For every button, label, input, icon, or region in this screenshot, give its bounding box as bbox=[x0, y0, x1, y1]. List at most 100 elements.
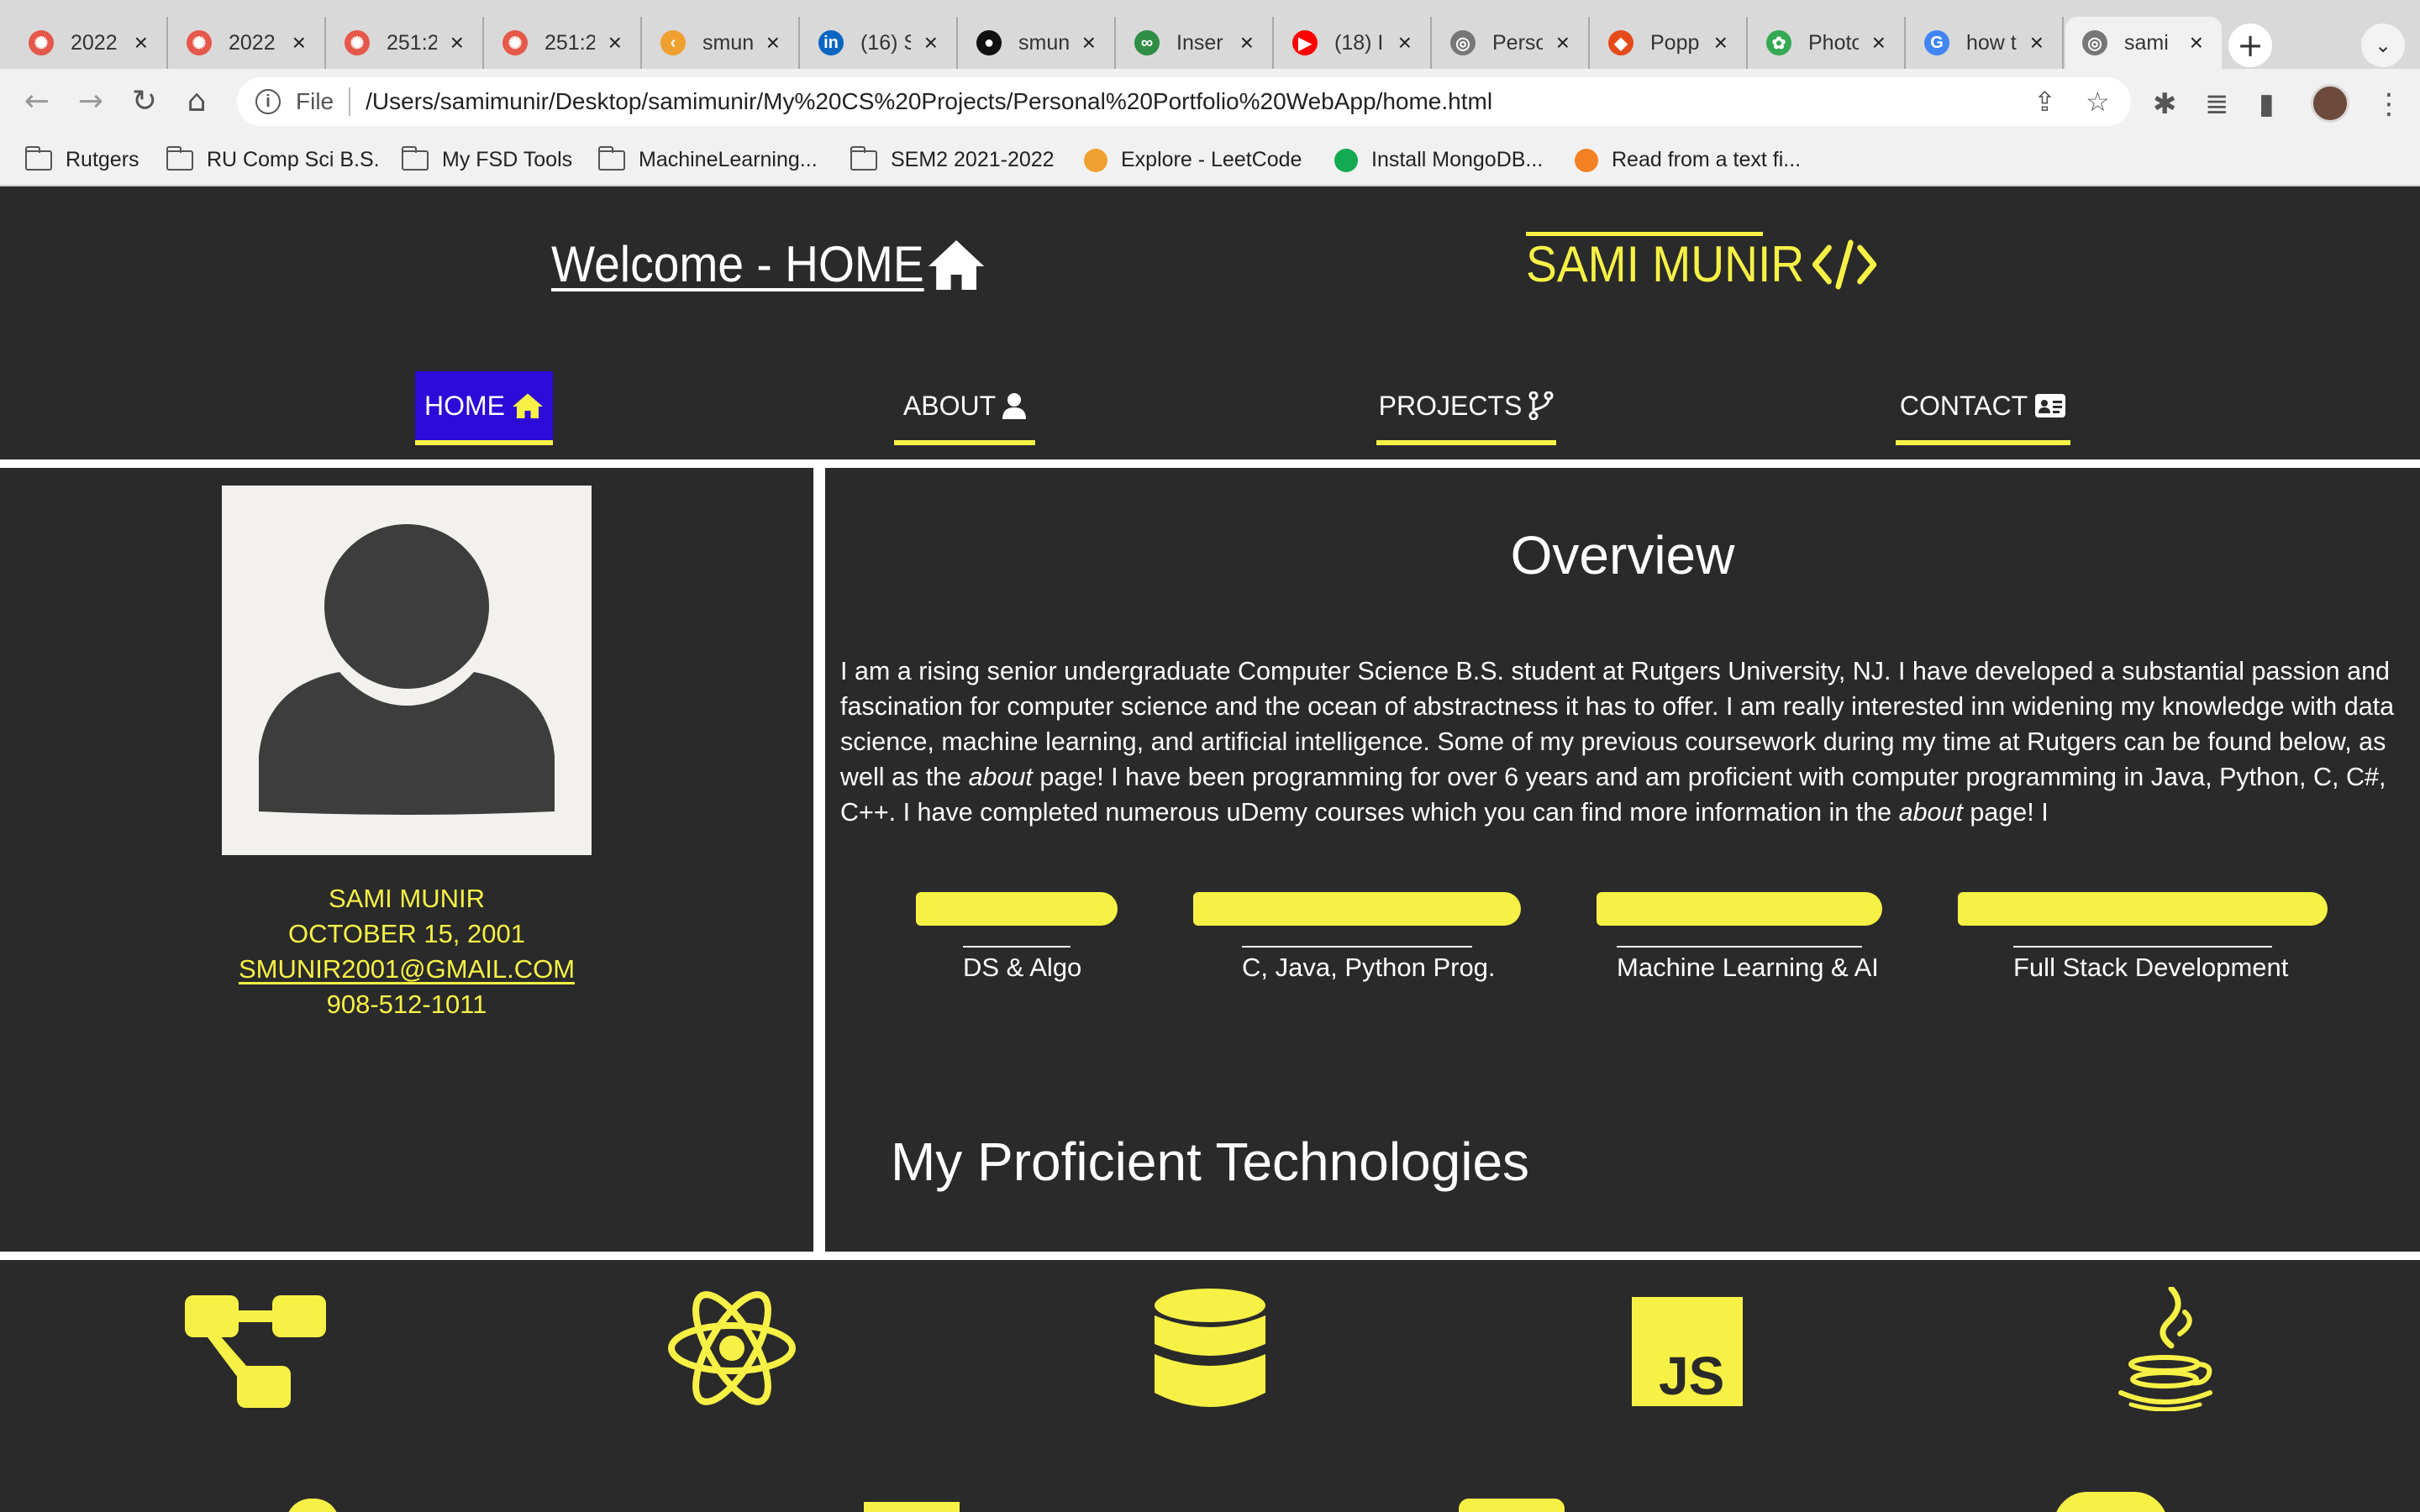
bookmark-label: SEM2 2021-2022 bbox=[891, 148, 1055, 171]
java-icon bbox=[2118, 1287, 2212, 1411]
close-icon[interactable]: × bbox=[450, 29, 464, 56]
browser-tab-label: sami bbox=[2124, 30, 2169, 55]
gear-icon: ✺ bbox=[187, 30, 212, 55]
bookmark-item[interactable]: MachineLearning... bbox=[598, 145, 818, 172]
bookmark-item[interactable]: SEM2 2021-2022 bbox=[850, 145, 1055, 172]
bookmark-item[interactable]: Install MongoDB... bbox=[1334, 148, 1543, 172]
browser-tab[interactable]: ● smun × bbox=[960, 17, 1116, 69]
close-icon[interactable]: × bbox=[1556, 29, 1570, 56]
bookmark-label: Install MongoDB... bbox=[1371, 148, 1544, 171]
user-silhouette-icon bbox=[259, 524, 555, 815]
nav-contact[interactable]: CONTACT bbox=[1896, 371, 2070, 445]
close-icon[interactable]: × bbox=[1714, 29, 1728, 56]
browser-tab-label: 251:2 bbox=[544, 30, 595, 55]
profile-avatar[interactable] bbox=[2311, 84, 2349, 123]
nav-about[interactable]: ABOUT bbox=[894, 371, 1035, 445]
code-branch-icon bbox=[1528, 391, 1554, 420]
technologies-heading: My Proficient Technologies bbox=[890, 1131, 1530, 1192]
back-icon[interactable]: ← bbox=[18, 84, 55, 118]
nav-home[interactable]: HOME bbox=[415, 371, 553, 445]
browser-tab[interactable]: ◆ Popp × bbox=[1591, 17, 1748, 69]
kebab-menu-icon[interactable]: ⋮ bbox=[2375, 87, 2403, 121]
browser-tab-label: (16) S bbox=[860, 30, 911, 55]
close-icon[interactable]: × bbox=[608, 29, 622, 56]
bookmark-item[interactable]: My FSD Tools bbox=[402, 145, 573, 172]
browser-tab-label: smun bbox=[1018, 30, 1069, 55]
extensions-icon[interactable]: ✱ bbox=[2153, 87, 2177, 121]
nav-projects-label: PROJECTS bbox=[1378, 390, 1523, 421]
skill-label-full-stack: Full Stack Development bbox=[2013, 946, 2289, 982]
url-separator bbox=[349, 87, 351, 116]
bookmark-item[interactable]: Rutgers bbox=[25, 145, 139, 172]
bookmark-label: My FSD Tools bbox=[442, 148, 573, 171]
close-icon[interactable]: × bbox=[1872, 29, 1886, 56]
bookmark-item[interactable]: Explore - LeetCode bbox=[1084, 148, 1302, 172]
browser-tab[interactable]: ✿ Photo × bbox=[1749, 17, 1906, 69]
bookmark-star-icon[interactable]: ☆ bbox=[2086, 86, 2110, 118]
nav-about-label: ABOUT bbox=[902, 390, 997, 421]
nav-projects[interactable]: PROJECTS bbox=[1376, 371, 1556, 445]
browser-tab[interactable]: ✺ 251:2 × bbox=[328, 17, 484, 69]
overview-about-ref-1: about bbox=[968, 763, 1033, 791]
close-icon[interactable]: × bbox=[1240, 29, 1254, 56]
profile-dob: OCTOBER 15, 2001 bbox=[287, 919, 525, 948]
welcome-heading[interactable]: Welcome - HOME bbox=[551, 235, 986, 293]
react-icon bbox=[668, 1291, 796, 1405]
browser-tab[interactable]: ✺ 251:2 × bbox=[486, 17, 642, 69]
skill-bar-ds-algo bbox=[916, 892, 1118, 926]
close-icon[interactable]: × bbox=[1398, 29, 1412, 56]
portfolio-page: Welcome - HOME SAMI MUNIR HOME ABOUT PRO… bbox=[0, 186, 2420, 1512]
address-bar[interactable]: i File /Users/samimunir/Desktop/samimuni… bbox=[237, 77, 2131, 126]
nav-contact-label: CONTACT bbox=[1899, 390, 2028, 421]
new-tab-button[interactable]: + bbox=[2228, 24, 2272, 67]
plus-icon: + bbox=[2237, 27, 2264, 64]
browser-tab[interactable]: ∞ Inser × bbox=[1118, 17, 1274, 69]
browser-tab[interactable]: ✺ 2022 × bbox=[12, 17, 168, 69]
browser-tab[interactable]: Ghow t × bbox=[1907, 17, 2064, 69]
id-card-icon bbox=[2034, 393, 2066, 418]
bookmark-item[interactable]: RU Comp Sci B.S. bbox=[166, 145, 380, 172]
close-icon[interactable]: × bbox=[134, 29, 148, 56]
bookmark-favicon-icon bbox=[1575, 148, 1598, 172]
close-icon[interactable]: × bbox=[2030, 29, 2044, 56]
tab-search-button[interactable]: ⌄ bbox=[2361, 24, 2405, 67]
overview-paragraph: I am a rising senior undergraduate Compu… bbox=[840, 654, 2395, 830]
forward-icon[interactable]: → bbox=[72, 84, 109, 118]
url-text[interactable]: /Users/samimunir/Desktop/samimunir/My%20… bbox=[366, 88, 1492, 115]
bookmark-favicon-icon bbox=[1334, 148, 1358, 172]
close-icon[interactable]: × bbox=[1082, 29, 1096, 56]
browser-tab-label: smun bbox=[702, 30, 753, 55]
skill-bar-languages bbox=[1193, 892, 1521, 926]
browser-tab[interactable]: ✺ 2022 × bbox=[170, 17, 326, 69]
close-icon[interactable]: × bbox=[2190, 29, 2203, 56]
chevron-down-icon: ⌄ bbox=[2374, 34, 2392, 57]
browser-tab[interactable]: ▶ (18) I × bbox=[1276, 17, 1432, 69]
reload-icon[interactable]: ↻ bbox=[126, 84, 163, 118]
browser-tab[interactable]: ◎ sami × bbox=[2065, 17, 2222, 69]
home-button-icon[interactable]: ⌂ bbox=[178, 84, 215, 118]
tech-icon-row2-3 bbox=[1459, 1499, 1565, 1512]
url-scheme: File bbox=[296, 88, 334, 114]
bookmark-label: RU Comp Sci B.S. bbox=[207, 148, 380, 171]
globe-icon: ◎ bbox=[2082, 30, 2107, 55]
media-control-icon[interactable]: ≣ bbox=[2205, 87, 2229, 121]
browser-tab-label: 2022 bbox=[71, 30, 118, 55]
browser-tab[interactable]: ◎ Perso × bbox=[1434, 17, 1590, 69]
bookmark-item[interactable]: Read from a text fi... bbox=[1575, 148, 1801, 172]
browser-tab[interactable]: in (16) S × bbox=[802, 17, 958, 69]
site-logo[interactable]: SAMI MUNIR bbox=[1526, 235, 1877, 293]
browser-tab-label: Inser bbox=[1176, 30, 1223, 55]
side-panel-icon[interactable]: ▮ bbox=[2259, 87, 2275, 121]
profile-avatar-placeholder bbox=[222, 486, 592, 855]
info-icon[interactable]: i bbox=[255, 89, 281, 114]
close-icon[interactable]: × bbox=[924, 29, 938, 56]
tech-icon-row2-4 bbox=[2054, 1492, 2168, 1512]
close-icon[interactable]: × bbox=[766, 29, 780, 56]
browser-tab[interactable]: ‹ smun × bbox=[644, 17, 800, 69]
browser-tab-label: 251:2 bbox=[387, 30, 437, 55]
close-icon[interactable]: × bbox=[292, 29, 306, 56]
linkedin-icon: in bbox=[818, 30, 844, 55]
profile-email-link[interactable]: SMUNIR2001@GMAIL.COM bbox=[0, 954, 813, 984]
browser-toolbar: ← → ↻ ⌂ i File /Users/samimunir/Desktop/… bbox=[0, 69, 2420, 139]
share-icon[interactable]: ⇪ bbox=[2033, 86, 2056, 118]
